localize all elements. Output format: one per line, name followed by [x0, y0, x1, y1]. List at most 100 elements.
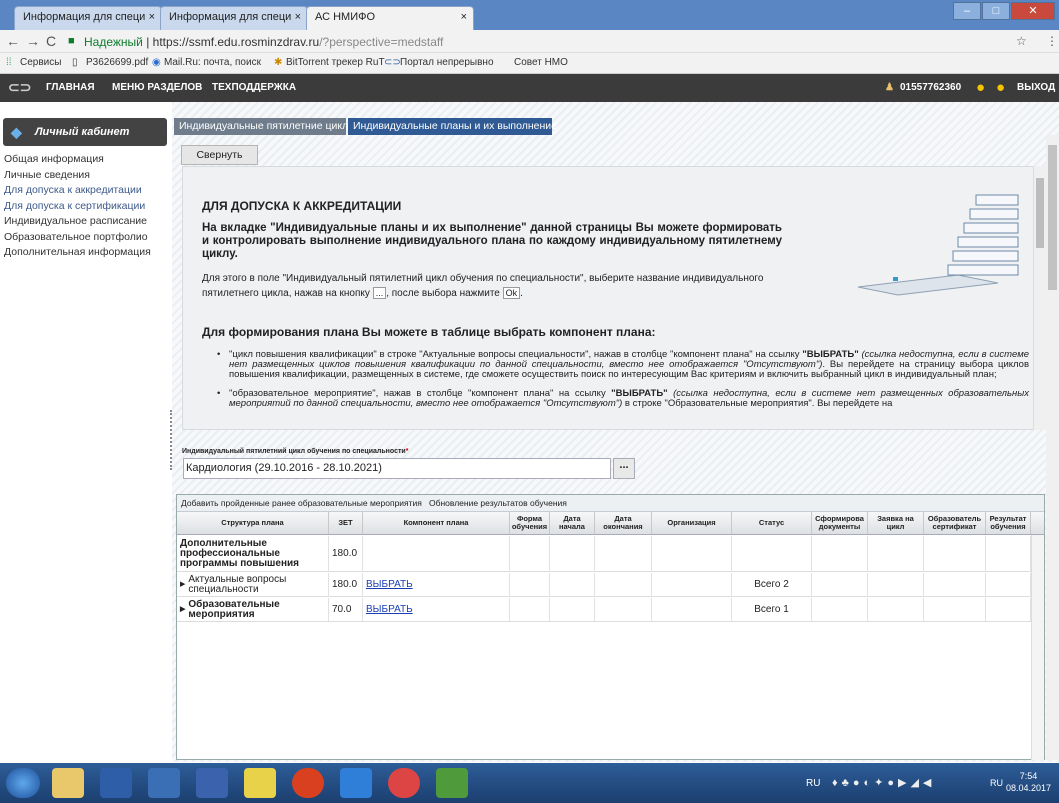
cell-status: Всего 2 [732, 573, 812, 596]
scroll-thumb[interactable] [1048, 145, 1057, 290]
col-org[interactable]: Организация [652, 512, 732, 534]
col-form[interactable]: Форма обучения [510, 512, 550, 534]
cycle-field-label: Индивидуальный пятилетний цикл обучения … [182, 448, 408, 455]
ie-icon[interactable] [340, 768, 372, 798]
close-icon[interactable]: × [461, 11, 467, 23]
media-icon[interactable] [148, 768, 180, 798]
input-language[interactable]: RU [990, 778, 1003, 788]
bookmark-mailru[interactable]: Mail.Ru: почта, поиск [164, 57, 261, 68]
bookmark-services[interactable]: Сервисы [20, 57, 61, 68]
bookmark-portal[interactable]: Портал непрерывно [400, 57, 494, 68]
bullet-text-end: в строке "Образовательные мероприятия". … [622, 398, 893, 409]
col-certificate[interactable]: Образователь сертификат [924, 512, 986, 534]
bookmark-pdf[interactable]: P3626699.pdf [86, 57, 148, 68]
maximize-icon[interactable]: □ [982, 2, 1010, 20]
scroll-thumb[interactable] [1036, 178, 1044, 248]
col-status[interactable]: Статус [732, 512, 812, 534]
search-icon[interactable]: ● [976, 79, 985, 96]
cell-empty [510, 598, 550, 621]
structure-text: Актуальные вопросы специальности [188, 573, 287, 595]
splitter-handle[interactable] [170, 410, 174, 470]
clock[interactable]: 7:54 08.04.2017 [1006, 770, 1051, 794]
close-icon[interactable]: × [295, 11, 301, 23]
col-start[interactable]: Дата начала [550, 512, 595, 534]
menu-item-schedule[interactable]: Индивидуальное расписание [4, 215, 172, 231]
col-component[interactable]: Компонент плана [363, 512, 510, 534]
tab-five-year-cycles[interactable]: Индивидуальные пятилетние циклы [174, 118, 356, 135]
utorrent-icon[interactable] [436, 768, 468, 798]
forward-icon[interactable]: → [26, 33, 40, 49]
cell-zet: 180.0 [329, 536, 363, 571]
cell-empty [812, 536, 868, 571]
opera-icon[interactable] [292, 768, 324, 798]
grid-scrollbar[interactable] [1031, 535, 1044, 760]
col-result[interactable]: Результат обучения [986, 512, 1031, 534]
col-documents[interactable]: Сформирова документы [812, 512, 868, 534]
table-row[interactable]: ▶ Актуальные вопросы специальности 180.0 … [177, 573, 1031, 597]
col-structure[interactable]: Структура плана [177, 512, 329, 534]
menu-item-additional[interactable]: Дополнительная информация [4, 246, 172, 262]
explorer-icon[interactable] [52, 768, 84, 798]
menu-sections[interactable]: МЕНЮ РАЗДЕЛОВ [112, 82, 202, 93]
cell-empty [868, 573, 924, 596]
cycle-field[interactable]: Кардиология (29.10.2016 - 28.10.2021) [183, 458, 611, 479]
menu-icon[interactable]: ⋮ [1046, 34, 1058, 48]
paint-icon[interactable] [244, 768, 276, 798]
col-application[interactable]: Заявка на цикл [868, 512, 924, 534]
cell-component: ВЫБРАТЬ [363, 573, 510, 596]
chrome-icon[interactable] [388, 768, 420, 798]
menu-item-accreditation[interactable]: Для допуска к аккредитации [4, 184, 172, 200]
browser-tab-active[interactable]: АС НМИФО × [306, 6, 474, 30]
expand-icon[interactable]: ▶ [180, 580, 185, 590]
cell-component: ВЫБРАТЬ [363, 598, 510, 621]
refresh-results-button[interactable]: Обновление результатов обучения [429, 498, 567, 508]
menu-support[interactable]: ТЕХПОДДЕРЖКА [212, 82, 296, 93]
select-link[interactable]: ВЫБРАТЬ [366, 579, 413, 590]
start-icon[interactable] [6, 768, 40, 798]
close-window-icon[interactable]: ✕ [1011, 2, 1055, 20]
star-icon[interactable]: ☆ [1016, 34, 1027, 48]
bookmark-nmo[interactable]: Совет НМО [514, 57, 568, 68]
add-previous-events-button[interactable]: Добавить пройденные ранее образовательны… [181, 498, 422, 508]
save-icon[interactable] [100, 768, 132, 798]
collapse-button[interactable]: Свернуть [181, 145, 258, 165]
minimize-icon[interactable]: ‒ [953, 2, 981, 20]
browser-tab-2[interactable]: Информация для специ × [160, 6, 308, 30]
books-laptop-image [857, 194, 1019, 296]
tray-icons[interactable]: ♦♣●◐✦●▶◢◀ [832, 776, 935, 789]
logout-link[interactable]: ВЫХОД [1017, 82, 1055, 93]
page-tabs: Индивидуальные пятилетние циклы Индивиду… [172, 118, 1059, 135]
chat-icon[interactable]: ● [996, 79, 1005, 96]
cell-empty [812, 598, 868, 621]
cell-empty [595, 598, 652, 621]
table-row[interactable]: Дополнительные профессиональные программ… [177, 536, 1031, 572]
cycle-select-button[interactable]: ... [613, 458, 635, 479]
col-end[interactable]: Дата окончания [595, 512, 652, 534]
browser-tab-1[interactable]: Информация для специ × [14, 6, 162, 30]
menu-item-general[interactable]: Общая информация [4, 153, 172, 169]
tab-individual-plans[interactable]: Индивидуальные планы и их выполнение [348, 118, 557, 135]
word-icon[interactable] [196, 768, 228, 798]
user-id[interactable]: 01557762360 [900, 82, 961, 93]
menu-item-portfolio[interactable]: Образовательное портфолио [4, 231, 172, 247]
apps-icon[interactable]: ⁞⁞ [6, 57, 12, 68]
language-indicator[interactable]: RU [806, 778, 820, 789]
cell-status: Всего 1 [732, 598, 812, 621]
url-field[interactable]: Надежный | https://ssmf.edu.rosminzdrav.… [84, 35, 443, 49]
table-row[interactable]: ▶ Образовательные мероприятия 70.0 ВЫБРАТ… [177, 598, 1031, 622]
select-link[interactable]: ВЫБРАТЬ [366, 604, 413, 615]
close-icon[interactable]: × [149, 11, 155, 23]
expand-icon[interactable]: ▶ [180, 605, 185, 615]
info-scrollbar[interactable] [1033, 166, 1046, 430]
menu-item-certification[interactable]: Для допуска к сертификации [4, 200, 172, 216]
cell-empty [550, 598, 595, 621]
menu-item-personal[interactable]: Личные сведения [4, 169, 172, 185]
bookmarks-bar: ⁞⁞ Сервисы ▯ P3626699.pdf ◉ Mail.Ru: поч… [0, 53, 1059, 74]
page-scrollbar[interactable] [1046, 135, 1059, 760]
col-zet[interactable]: ЗЕТ [329, 512, 363, 534]
back-icon[interactable]: ← [6, 33, 20, 49]
menu-home[interactable]: ГЛАВНАЯ [46, 82, 95, 93]
reload-icon[interactable]: C [46, 33, 56, 49]
cabinet-icon: ◆ [11, 124, 22, 140]
bookmark-torrent[interactable]: BitTorrent трекер RuT [286, 57, 385, 68]
